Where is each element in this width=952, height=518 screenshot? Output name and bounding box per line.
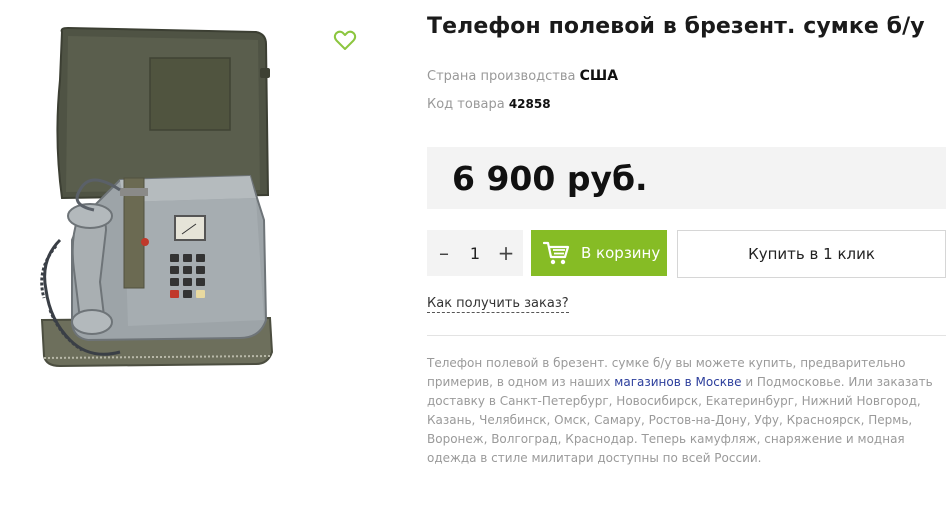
buy-one-click-button[interactable]: Купить в 1 клик (677, 230, 946, 278)
product-description: Телефон полевой в брезент. сумке б/у вы … (427, 354, 949, 468)
country-label: Страна производства (427, 69, 576, 84)
product-code-value: 42858 (508, 97, 551, 111)
heart-outline-icon[interactable] (333, 29, 357, 51)
country-value: США (579, 68, 619, 84)
shopping-cart-icon (543, 241, 570, 265)
country-row: Страна производства США (427, 68, 618, 84)
price-box: 6 900 руб. (427, 147, 946, 209)
quantity-stepper: – 1 + (427, 230, 523, 276)
moscow-stores-link[interactable]: магазинов в Москве (614, 375, 741, 389)
add-to-cart-button[interactable]: В корзину (531, 230, 667, 276)
qty-decrease-button[interactable]: – (433, 238, 455, 268)
product-code-label: Код товара (427, 97, 505, 112)
product-code-row: Код товара 42858 (427, 97, 551, 112)
add-to-cart-label: В корзину (581, 244, 661, 262)
qty-increase-button[interactable]: + (495, 238, 517, 268)
product-title: Телефон полевой в брезент. сумке б/у (427, 14, 925, 39)
product-image[interactable] (20, 20, 360, 380)
qty-input[interactable]: 1 (460, 244, 490, 263)
divider (427, 335, 946, 336)
how-to-get-order-link[interactable]: Как получить заказ? (427, 296, 569, 313)
product-price: 6 900 руб. (452, 159, 648, 198)
